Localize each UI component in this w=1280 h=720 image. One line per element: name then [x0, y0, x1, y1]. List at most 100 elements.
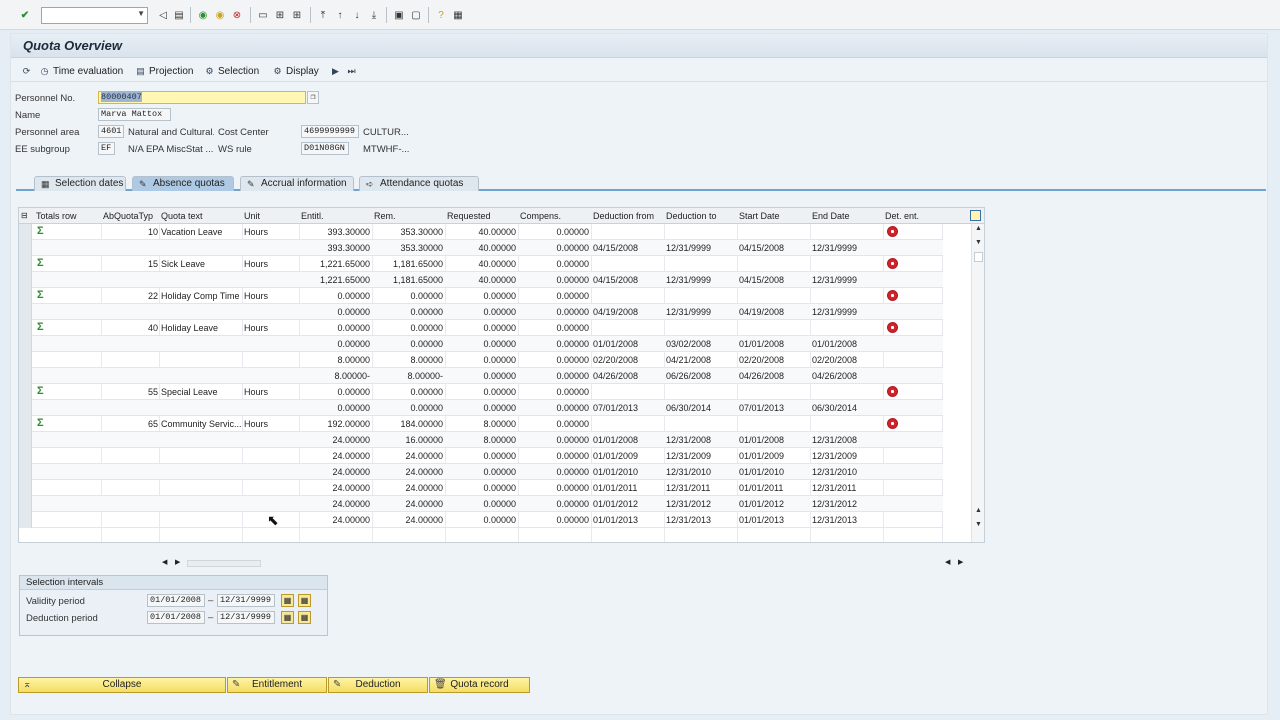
deduction-to-input[interactable]: 12/31/9999: [217, 611, 275, 624]
row-selector[interactable]: [19, 352, 32, 368]
calendar-button[interactable]: ▦: [281, 611, 294, 624]
table-row[interactable]: 24.00000 24.00000 0.00000 0.00000 01/01/2011…: [19, 480, 943, 496]
select-all-icon[interactable]: ⊟: [21, 211, 28, 220]
table-row[interactable]: 1,221.65000 1,181.65000 40.00000 0.00000 04/…: [19, 272, 943, 288]
table-row[interactable]: 24.00000 24.00000 0.00000 0.00000 01/01/2013…: [19, 512, 943, 528]
table-row[interactable]: 0.00000 0.00000 0.00000 0.00000 04/19/2008 12…: [19, 304, 943, 320]
table-row[interactable]: 24.00000 24.00000 0.00000 0.00000 01/01/2012…: [19, 496, 943, 512]
row-selector[interactable]: [19, 368, 32, 384]
row-selector[interactable]: [19, 240, 32, 256]
col-unit[interactable]: Unit: [244, 211, 260, 221]
command-field[interactable]: ▼: [41, 7, 148, 24]
last-page-icon[interactable]: ⤓: [367, 8, 381, 22]
col-abquotatyp[interactable]: AbQuotaTyp: [103, 211, 153, 221]
last-button[interactable]: ⏭: [346, 63, 357, 79]
scroll-up-icon[interactable]: ▲: [975, 507, 982, 514]
detail-entry-icon[interactable]: [887, 258, 898, 269]
find-next-icon[interactable]: ⊞: [290, 8, 304, 22]
row-selector[interactable]: [19, 320, 32, 336]
help-icon[interactable]: ?: [434, 8, 448, 22]
row-selector[interactable]: [19, 448, 32, 464]
row-selector[interactable]: [19, 256, 32, 272]
row-selector[interactable]: [19, 464, 32, 480]
scroll-left-icon[interactable]: ◀: [945, 558, 950, 566]
collapse-button[interactable]: ⌅ Collapse: [18, 677, 226, 693]
col-rem[interactable]: Rem.: [374, 211, 396, 221]
find-icon[interactable]: ⊞: [273, 8, 287, 22]
projection-button[interactable]: ▤ Projection: [135, 63, 193, 79]
shortcut-icon[interactable]: ▢: [409, 8, 423, 22]
col-deduction-from[interactable]: Deduction from: [593, 211, 654, 221]
deduction-from-input[interactable]: 01/01/2008: [147, 611, 205, 624]
col-totals-row[interactable]: Totals row: [36, 211, 77, 221]
tab-attendance-quotas[interactable]: ➪ Attendance quotas: [359, 176, 479, 191]
entitlement-button[interactable]: ✎ Entitlement: [227, 677, 327, 693]
detail-entry-icon[interactable]: [887, 226, 898, 237]
detail-entry-icon[interactable]: [887, 322, 898, 333]
horizontal-scrollbar[interactable]: ◀ ▶ ◀ ▶: [18, 558, 985, 570]
detail-entry-icon[interactable]: [887, 386, 898, 397]
scroll-thumb[interactable]: [974, 252, 983, 262]
table-row[interactable]: Σ 15 Sick Leave Hours 1,221.65000 1,181.65000…: [19, 256, 943, 272]
col-requested[interactable]: Requested: [447, 211, 491, 221]
vertical-scrollbar[interactable]: ▲ ▼ ▲ ▼: [971, 224, 984, 542]
scroll-up-icon[interactable]: ▲: [975, 225, 982, 232]
print-icon[interactable]: ▭: [256, 8, 270, 22]
row-selector[interactable]: [19, 384, 32, 400]
cancel-icon[interactable]: ⊗: [230, 8, 244, 22]
scroll-thumb[interactable]: [187, 560, 261, 567]
table-row[interactable]: 393.30000 353.30000 40.00000 0.00000 04/15/2…: [19, 240, 943, 256]
table-row[interactable]: Σ 55 Special Leave Hours 0.00000 0.00000 0.000…: [19, 384, 943, 400]
scroll-left-icon[interactable]: ◀: [162, 558, 167, 566]
tab-absence-quotas[interactable]: ✎ Absence quotas: [132, 176, 234, 191]
col-deduction-to[interactable]: Deduction to: [666, 211, 717, 221]
row-selector[interactable]: [19, 496, 32, 512]
scroll-right-icon[interactable]: ▶: [175, 558, 180, 566]
scroll-down-icon[interactable]: ▼: [975, 521, 982, 528]
selection-button[interactable]: ⚙ Selection: [204, 63, 259, 79]
col-end-date[interactable]: End Date: [812, 211, 850, 221]
next-page-icon[interactable]: ↓: [350, 8, 364, 22]
personnel-no-input[interactable]: 80000407: [98, 91, 306, 104]
row-selector[interactable]: [19, 400, 32, 416]
table-row[interactable]: 24.00000 16.00000 8.00000 0.00000 01/01/2008…: [19, 432, 943, 448]
row-selector[interactable]: [19, 304, 32, 320]
deduction-button[interactable]: ✎ Deduction: [328, 677, 428, 693]
detail-entry-icon[interactable]: [887, 418, 898, 429]
validity-to-input[interactable]: 12/31/9999: [217, 594, 275, 607]
calendar-button[interactable]: ▦: [298, 611, 311, 624]
table-row[interactable]: 8.00000 8.00000 0.00000 0.00000 02/20/2008 04…: [19, 352, 943, 368]
table-row[interactable]: 0.00000 0.00000 0.00000 0.00000 07/01/2013 06…: [19, 400, 943, 416]
row-selector[interactable]: [19, 432, 32, 448]
col-det-ent[interactable]: Det. ent.: [885, 211, 919, 221]
row-selector[interactable]: [19, 224, 32, 240]
row-selector[interactable]: [19, 480, 32, 496]
previous-page-icon[interactable]: ↑: [333, 8, 347, 22]
col-quota-text[interactable]: Quota text: [161, 211, 203, 221]
scroll-down-icon[interactable]: ▼: [975, 239, 982, 246]
row-selector[interactable]: [19, 336, 32, 352]
chevron-down-icon[interactable]: ▼: [137, 9, 145, 18]
back-icon[interactable]: ◉: [196, 8, 210, 22]
new-session-icon[interactable]: ▣: [392, 8, 406, 22]
table-row[interactable]: 0.00000 0.00000 0.00000 0.00000 01/01/2008 03…: [19, 336, 943, 352]
table-row[interactable]: 8.00000- 8.00000- 0.00000 0.00000 04/26/2008…: [19, 368, 943, 384]
search-help-icon[interactable]: ❐: [307, 91, 319, 104]
calendar-button[interactable]: ▦: [298, 594, 311, 607]
save-icon[interactable]: ▤: [172, 8, 186, 22]
table-row[interactable]: Σ 10 Vacation Leave Hours 393.30000 353.30000…: [19, 224, 943, 240]
row-selector[interactable]: [19, 272, 32, 288]
first-page-icon[interactable]: ⤒: [316, 8, 330, 22]
enter-check-icon[interactable]: ✔: [18, 8, 32, 22]
row-selector[interactable]: [19, 512, 32, 528]
table-row[interactable]: Σ 65 Community Servic... Hours 192.00000 184.…: [19, 416, 943, 432]
tab-accrual-information[interactable]: ✎ Accrual information: [240, 176, 354, 191]
refresh-button[interactable]: ⟳: [21, 63, 32, 79]
scroll-right-icon[interactable]: ▶: [958, 558, 963, 566]
col-entitl[interactable]: Entitl.: [301, 211, 324, 221]
tab-selection-dates[interactable]: ▦ Selection dates: [34, 176, 126, 191]
layout-settings-icon[interactable]: [970, 210, 981, 221]
detail-entry-icon[interactable]: [887, 290, 898, 301]
row-selector[interactable]: [19, 416, 32, 432]
table-row[interactable]: 24.00000 24.00000 0.00000 0.00000 01/01/2009…: [19, 448, 943, 464]
